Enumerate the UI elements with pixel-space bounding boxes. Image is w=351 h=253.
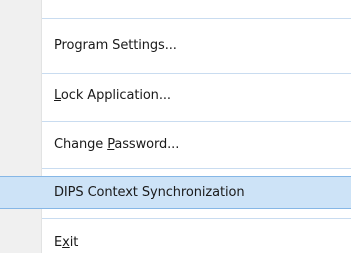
menu-item-exit[interactable]: Exit (0, 226, 351, 253)
menu-separator (42, 168, 351, 169)
menu-item-label: DIPS Context Synchronization (54, 185, 245, 200)
menu-item-label: Lock Application... (54, 87, 171, 103)
menu-item-label: Exit (54, 234, 79, 250)
context-menu: Program Settings... Lock Application... … (0, 0, 351, 253)
menu-item-label: Change Password... (54, 136, 180, 152)
menu-separator (42, 218, 351, 219)
menu-item-lock-application[interactable]: Lock Application... (0, 79, 351, 111)
menu-item-dips-context-synchronization[interactable]: DIPS Context Synchronization (0, 176, 351, 209)
menu-separator (42, 73, 351, 74)
menu-separator (42, 18, 351, 19)
menu-item-label: Program Settings... (54, 37, 177, 53)
menu-separator (42, 121, 351, 122)
menu-item-change-password[interactable]: Change Password... (0, 128, 351, 160)
menu-item-program-settings[interactable]: Program Settings... (0, 29, 351, 61)
